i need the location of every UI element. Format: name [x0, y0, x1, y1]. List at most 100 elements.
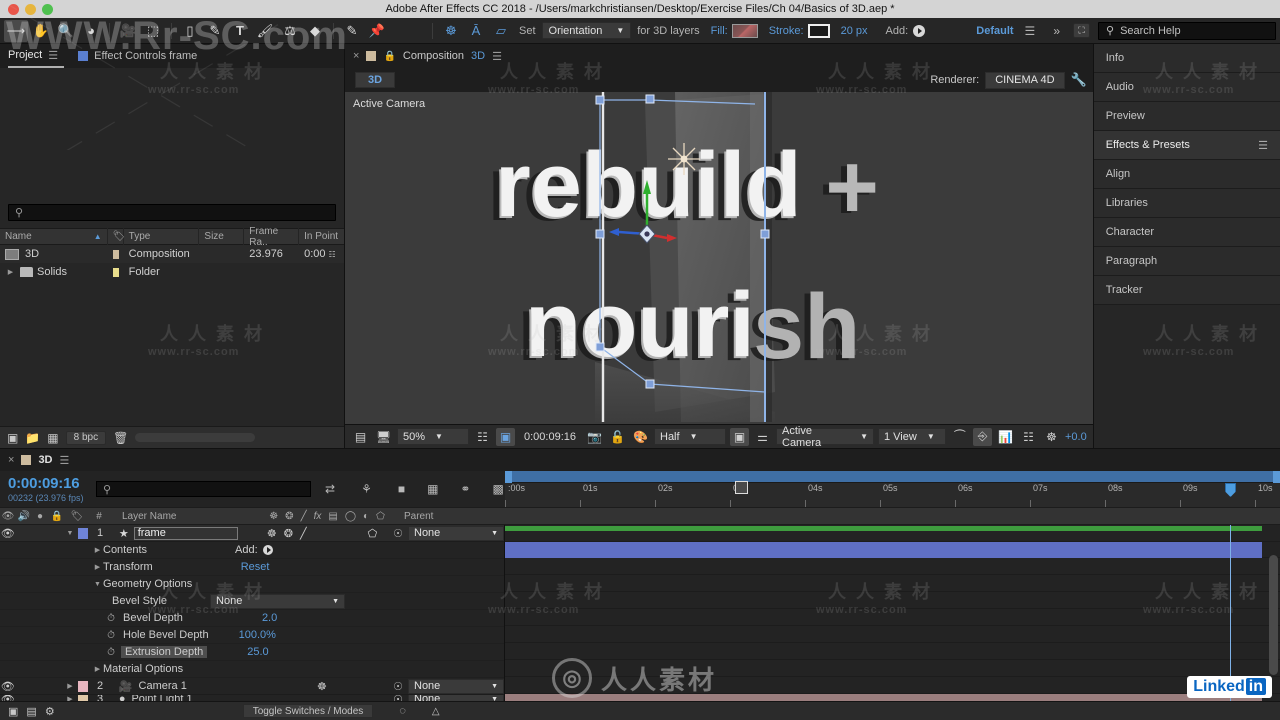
sidebar-item-info[interactable]: Info: [1093, 44, 1280, 73]
extrusion-depth-stopwatch-icon[interactable]: ⏱: [105, 647, 117, 658]
property-row-bevel-depth[interactable]: ⏱ Bevel Depth 2.0: [0, 610, 504, 627]
pen-tool-icon[interactable]: ✎: [203, 20, 227, 42]
timeline-vertical-scrollbar[interactable]: [1269, 555, 1278, 675]
tab-project[interactable]: Project ☰: [8, 44, 65, 68]
hole-bevel-depth-value[interactable]: 100.0%: [239, 629, 276, 641]
take-snapshot-icon[interactable]: 📷: [585, 428, 604, 446]
quality-icon[interactable]: ╱: [300, 527, 307, 540]
local-axis-mode-icon[interactable]: ☸: [439, 20, 463, 42]
close-tab-icon[interactable]: ×: [8, 454, 14, 466]
layer-name-header[interactable]: Layer Name: [110, 507, 260, 525]
selection-tool-icon[interactable]: ⟶: [4, 19, 28, 42]
parent-pickwhip-icon[interactable]: ☉: [393, 695, 403, 701]
layer-switches-panel-icon[interactable]: ▣: [8, 705, 18, 718]
layer-visibility-toggle[interactable]: 👁: [0, 525, 16, 542]
column-size[interactable]: Size: [199, 228, 245, 245]
minimize-window-button[interactable]: [25, 3, 36, 15]
layer-label-color[interactable]: [77, 680, 88, 692]
panel-menu-icon[interactable]: ☰: [60, 454, 70, 467]
shy-icon[interactable]: ☸: [267, 527, 277, 540]
zoom-level-dropdown[interactable]: 50% ▼: [397, 428, 469, 445]
exposure-reset-icon[interactable]: ☸: [1042, 428, 1061, 446]
zoom-tool-icon[interactable]: 🔍: [54, 20, 78, 42]
project-search-input[interactable]: ⚲: [8, 204, 336, 221]
collapse-triangle-icon[interactable]: ▼: [92, 581, 103, 588]
exposure-value[interactable]: +0.0: [1065, 431, 1087, 443]
sidebar-item-libraries[interactable]: Libraries: [1093, 189, 1280, 218]
dolly-camera-tool-icon[interactable]: ⬚: [141, 20, 165, 42]
extrusion-depth-value[interactable]: 25.0: [247, 646, 268, 658]
close-tab-icon[interactable]: ×: [353, 50, 359, 62]
contents-add-button[interactable]: [262, 545, 273, 555]
motion-blur-icon[interactable]: ⚭: [460, 482, 470, 496]
maximize-window-button[interactable]: [42, 3, 53, 15]
track-row-frame[interactable]: [505, 525, 1280, 542]
world-axis-mode-icon[interactable]: Ā: [464, 20, 488, 42]
search-help-input[interactable]: ⚲ Search Help: [1098, 21, 1276, 40]
sidebar-item-tracker[interactable]: Tracker: [1093, 276, 1280, 305]
property-row-hole-bevel-depth[interactable]: ⏱ Hole Bevel Depth 100.0%: [0, 627, 504, 644]
project-item-row[interactable]: ▶ Solids Folder: [0, 263, 344, 281]
layer-name-label[interactable]: Point Light 1: [131, 695, 192, 701]
type-tool-icon[interactable]: T: [228, 20, 252, 42]
panel-menu-icon[interactable]: ☰: [48, 49, 58, 62]
renderer-value[interactable]: CINEMA 4D: [985, 71, 1065, 89]
main-viewer-icon[interactable]: 🖥: [374, 428, 393, 446]
timeline-button-icon[interactable]: 📊: [996, 428, 1015, 446]
close-window-button[interactable]: [8, 3, 19, 15]
tab-effect-controls[interactable]: Effect Controls frame: [64, 44, 207, 68]
composition-mini-flowchart-icon[interactable]: ⇄: [325, 482, 335, 496]
rectangle-tool-icon[interactable]: ▯: [178, 20, 202, 42]
column-name[interactable]: Name ▲: [0, 228, 108, 245]
fill-color-swatch[interactable]: [731, 23, 758, 38]
bevel-style-dropdown[interactable]: None ▼: [210, 593, 346, 609]
frame-blending-icon[interactable]: ▦: [427, 482, 438, 496]
layer-expand-triangle-icon[interactable]: ▼: [64, 525, 76, 542]
panel-menu-icon[interactable]: ☰: [1258, 139, 1268, 152]
timeline-ruler[interactable]: :00s 01s 02s 03s 04s 05s 06s 07s 08s 09s…: [505, 471, 1280, 507]
work-area-start-handle[interactable]: [505, 471, 512, 483]
grid-guides-icon[interactable]: ☷: [473, 428, 492, 446]
layer-expand-triangle-icon[interactable]: ▶: [64, 677, 76, 695]
view-count-dropdown[interactable]: 1 View ▼: [878, 428, 946, 445]
timeline-search-input[interactable]: ⚲: [96, 481, 311, 497]
3d-layer-icon[interactable]: ⬠: [368, 527, 378, 540]
transfer-controls-icon[interactable]: ▤: [26, 705, 36, 718]
parent-dropdown[interactable]: None ▼: [408, 678, 504, 694]
region-of-interest-icon[interactable]: ▣: [496, 427, 515, 446]
new-folder-icon[interactable]: 📁: [25, 431, 40, 445]
bevel-depth-value[interactable]: 2.0: [262, 612, 277, 624]
bevel-depth-stopwatch-icon[interactable]: ⏱: [105, 613, 117, 624]
hole-bevel-depth-stopwatch-icon[interactable]: ⏱: [105, 630, 117, 641]
draft-3d-icon[interactable]: ⚘: [361, 482, 372, 496]
stretch-icon[interactable]: ⚙: [45, 705, 55, 718]
collapse-transform-icon[interactable]: ❂: [284, 527, 293, 540]
composition-viewport[interactable]: Active Camera rebuild + rebuild + rebuil…: [345, 92, 1093, 424]
layer-switches[interactable]: ☸ ❂ ╱ ⬠: [257, 525, 387, 542]
property-row-transform[interactable]: ▶ Transform Reset: [0, 559, 504, 576]
expand-triangle-icon[interactable]: ▶: [5, 268, 16, 276]
project-item-row[interactable]: 3D Composition 23.976 0:00 ☷: [0, 245, 344, 263]
hand-tool-icon[interactable]: ✋: [29, 20, 53, 42]
layer-switches[interactable]: ☸: [257, 677, 387, 695]
pan-camera-tool-icon[interactable]: 🎥: [116, 20, 140, 42]
column-frame-rate[interactable]: Frame Ra..: [244, 226, 300, 248]
comp-marker[interactable]: [735, 481, 748, 494]
view-layout-dropdown[interactable]: Active Camera ▼: [776, 425, 874, 449]
add-menu-button[interactable]: [913, 24, 926, 37]
layer-row-point-light-1[interactable]: 👁 ▶ 3 ● Point Light 1 ☉ None ▼: [0, 695, 504, 701]
shy-icon[interactable]: ☸: [317, 680, 327, 693]
property-row-extrusion-depth[interactable]: ⏱ Extrusion Depth 25.0: [0, 644, 504, 661]
label-color-swatch[interactable]: [112, 267, 119, 277]
toggle-switches-modes-button[interactable]: Toggle Switches / Modes: [242, 704, 374, 718]
column-in-point[interactable]: In Point: [299, 228, 344, 245]
sidebar-item-effects-presets[interactable]: Effects & Presets ☰: [1093, 131, 1280, 160]
workspace-toggle-icon[interactable]: ⛶: [1073, 23, 1090, 38]
sidebar-item-preview[interactable]: Preview: [1093, 102, 1280, 131]
sidebar-item-character[interactable]: Character: [1093, 218, 1280, 247]
window-controls[interactable]: [0, 3, 53, 15]
layer-visibility-toggle[interactable]: 👁: [0, 677, 16, 695]
fast-previews-icon[interactable]: ⎆: [973, 427, 992, 446]
expand-triangle-icon[interactable]: ▶: [92, 563, 103, 571]
puppet-pin-tool-icon[interactable]: 📌: [365, 20, 389, 42]
